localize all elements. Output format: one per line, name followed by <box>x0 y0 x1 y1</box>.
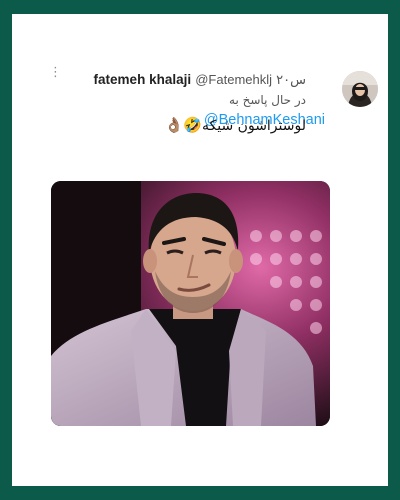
author-handle[interactable]: @Fatemehklj <box>195 72 272 87</box>
avatar[interactable] <box>342 71 378 107</box>
reply-context: در حال پاسخ به @BehnamKeshani <box>204 92 325 128</box>
man-in-light-jacket-photo <box>51 181 330 426</box>
tweet-card: ⋮ fatemeh khalaji @Fatemehklj ۲۰س در حال… <box>12 14 388 486</box>
more-options-icon[interactable]: ⋮ <box>49 66 62 86</box>
tweet-emojis: 🤣👌🏽 <box>164 116 203 134</box>
tweet-text: لوستراشون شیکه🤣👌🏽 <box>165 115 306 136</box>
tweet-time: ۲۰س <box>276 73 306 88</box>
profile-photo <box>342 71 378 107</box>
author-name[interactable]: fatemeh khalaji <box>94 72 192 87</box>
tweet-body: لوستراشون شیکه <box>202 118 306 134</box>
tweet-header: fatemeh khalaji @Fatemehklj ۲۰س <box>94 72 306 89</box>
tweet-media[interactable] <box>51 181 330 426</box>
reply-prefix: در حال پاسخ به <box>229 93 306 107</box>
